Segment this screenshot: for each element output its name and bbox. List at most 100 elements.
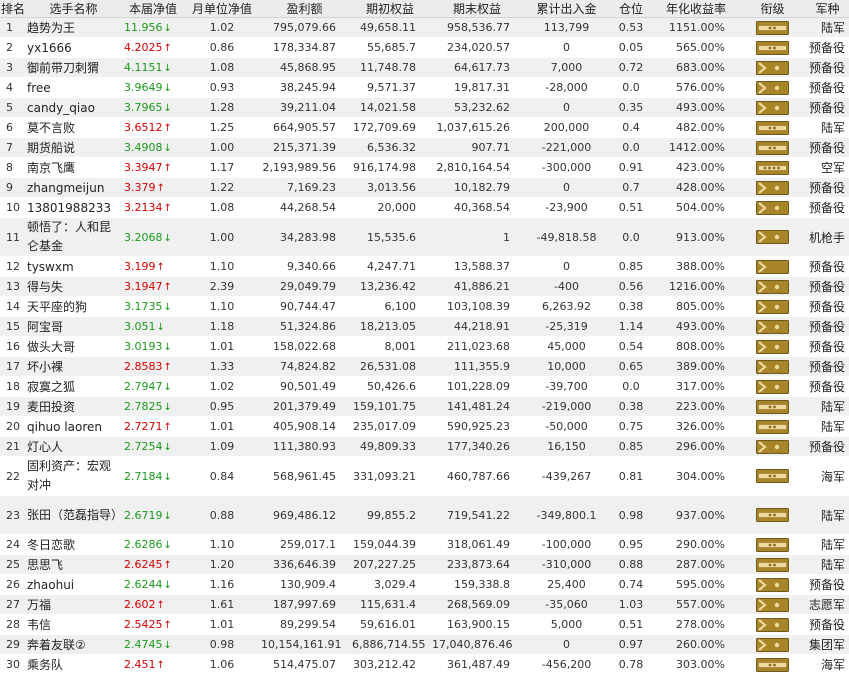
player-name-link[interactable]: 寂寞之狐 (26, 376, 121, 397)
player-name-link[interactable]: 期货船说 (26, 137, 121, 158)
cash-flow-cell: 7,000 (524, 57, 609, 78)
table-row[interactable]: 21 灯心人 2.7254↓ 1.09 111,380.93 49,809.33 177,3… (0, 436, 849, 457)
table-row[interactable]: 18 寂寞之狐 2.7947↓ 1.02 90,501.49 50,426.6 101,22… (0, 376, 849, 397)
player-name-link[interactable]: candy_qiao (26, 97, 121, 118)
rank-cell: 24 (0, 534, 26, 555)
player-name-link[interactable]: 思思飞 (26, 554, 121, 575)
table-row[interactable]: 2 yx1666 4.2025↑ 0.86 178,334.87 55,685.7 234,… (0, 37, 849, 58)
player-name-link[interactable]: 张田（范磊指导） (26, 495, 121, 535)
table-row[interactable]: 5 candy_qiao 3.7965↓ 1.28 39,211.04 14,021.58… (0, 97, 849, 118)
header-profit[interactable]: 盈利额 (259, 0, 350, 18)
player-name-link[interactable]: 阿宝哥 (26, 316, 121, 337)
player-name-link[interactable]: 顿悟了：人和昆仑基金 (26, 217, 121, 257)
nav-cell: 11.956↓ (121, 17, 185, 38)
initial-equity-cell: 15,535.6 (350, 217, 430, 257)
nav-cell: 2.7825↓ (121, 396, 185, 417)
arrow-up-icon: ↑ (163, 560, 172, 571)
player-name-link[interactable]: 韦信 (26, 614, 121, 635)
rank-cell: 9 (0, 177, 26, 198)
table-row[interactable]: 16 做头大哥 3.0193↓ 1.01 158,022.68 8,001 211,023.… (0, 336, 849, 357)
header-arm[interactable]: 军种 (806, 0, 849, 18)
initial-equity-cell: 6,100 (350, 296, 430, 317)
cash-flow-cell: -28,000 (524, 77, 609, 98)
table-row[interactable]: 1 趋势为王 11.956↓ 1.02 795,079.66 49,658.11 958,5… (0, 17, 849, 38)
table-row[interactable]: 11 顿悟了：人和昆仑基金 3.2068↓ 1.00 34,283.98 15,535.6… (0, 217, 849, 257)
table-row[interactable]: 30 乘务队 2.451↑ 1.06 514,475.07 303,212.42 361,4… (0, 654, 849, 675)
header-rank[interactable]: 排名 (0, 0, 26, 18)
player-name-link[interactable]: 做头大哥 (26, 336, 121, 357)
player-name-link[interactable]: yx1666 (26, 37, 121, 58)
arrow-down-icon: ↓ (163, 540, 172, 551)
player-name-link[interactable]: 趋势为王 (26, 17, 121, 38)
arm-cell: 预备役 (806, 57, 849, 78)
rank-cell: 5 (0, 97, 26, 118)
header-nav[interactable]: 本届净值 (121, 0, 185, 18)
player-name-link[interactable]: tyswxm (26, 256, 121, 277)
table-row[interactable]: 26 zhaohui 2.6244↓ 1.16 130,909.4 3,029.4 159,… (0, 574, 849, 595)
initial-equity-cell: 3,029.4 (350, 574, 430, 595)
player-name-link[interactable]: 得与失 (26, 276, 121, 297)
arm-cell: 陆军 (806, 534, 849, 555)
table-row[interactable]: 19 麦田投资 2.7825↓ 0.95 201,379.49 159,101.75 141… (0, 396, 849, 417)
player-name-link[interactable]: 万福 (26, 594, 121, 615)
player-name-link[interactable]: qihuo laoren (26, 416, 121, 437)
position-cell: 0.51 (609, 614, 653, 635)
table-row[interactable]: 29 奔着友联② 2.4745↓ 0.98 10,154,161.91 6,886,714… (0, 634, 849, 655)
table-row[interactable]: 23 张田（范磊指导） 2.6719↓ 0.88 969,486.12 99,855.2 7… (0, 495, 849, 535)
table-row[interactable]: 9 zhangmeijun 3.379↑ 1.22 7,169.23 3,013.56 10… (0, 177, 849, 198)
player-name-link[interactable]: free (26, 77, 121, 98)
table-row[interactable]: 10 13801988233 3.2134↑ 1.08 44,268.54 20,000 4… (0, 197, 849, 218)
player-name-link[interactable]: 南京飞鹰 (26, 157, 121, 178)
arrow-down-icon: ↓ (163, 63, 172, 74)
annual-return-cell: 683.00% (653, 57, 739, 78)
player-name-link[interactable]: 13801988233 (26, 197, 121, 218)
nav-cell: 2.4745↓ (121, 634, 185, 655)
table-row[interactable]: 22 固利资产：宏观对冲 2.7184↓ 0.84 568,961.45 331,093.… (0, 456, 849, 496)
table-row[interactable]: 14 天平座的狗 3.1735↓ 1.10 90,744.47 6,100 103,108.… (0, 296, 849, 317)
header-final-equity[interactable]: 期末权益 (430, 0, 524, 18)
player-name-link[interactable]: 冬日恋歌 (26, 534, 121, 555)
player-name-link[interactable]: 灯心人 (26, 436, 121, 457)
table-row[interactable]: 13 得与失 3.1947↑ 2.39 29,049.79 13,236.42 41,886… (0, 276, 849, 297)
player-name-link[interactable]: zhaohui (26, 574, 121, 595)
player-name-link[interactable]: zhangmeijun (26, 177, 121, 198)
table-row[interactable]: 20 qihuo laoren 2.7271↑ 1.01 405,908.14 235,0… (0, 416, 849, 437)
header-annual-return[interactable]: 年化收益率 (653, 0, 739, 18)
nav-value: 3.051 (124, 320, 156, 333)
table-row[interactable]: 12 tyswxm 3.199↑ 1.10 9,340.66 4,247.71 13,588… (0, 256, 849, 277)
position-cell: 0.0 (609, 77, 653, 98)
header-player-name[interactable]: 选手名称 (26, 0, 121, 18)
player-name-link[interactable]: 莫不言败 (26, 117, 121, 138)
header-rank-badge[interactable]: 衔级 (739, 0, 806, 18)
player-name-link[interactable]: 麦田投资 (26, 396, 121, 417)
table-row[interactable]: 17 坏小裸 2.8583↑ 1.33 74,824.82 26,531.08 111,35… (0, 356, 849, 377)
table-row[interactable]: 25 思思飞 2.6245↑ 1.20 336,646.39 207,227.25 233,… (0, 554, 849, 575)
header-cash-flow[interactable]: 累计出入金 (524, 0, 609, 18)
player-name-link[interactable]: 奔着友联② (26, 634, 121, 655)
table-row[interactable]: 8 南京飞鹰 3.3947↑ 1.17 2,193,989.56 916,174.98 2,… (0, 157, 849, 178)
initial-equity-cell: 207,227.25 (350, 554, 430, 575)
player-name-link[interactable]: 乘务队 (26, 654, 121, 675)
table-row[interactable]: 24 冬日恋歌 2.6286↓ 1.10 259,017.1 159,044.39 318,… (0, 534, 849, 555)
player-name-link[interactable]: 天平座的狗 (26, 296, 121, 317)
table-row[interactable]: 3 御前带刀刺猬 4.1151↓ 1.08 45,868.95 11,748.78 64,6… (0, 57, 849, 78)
table-row[interactable]: 6 莫不言败 3.6512↑ 1.25 664,905.57 172,709.69 1,03… (0, 117, 849, 138)
table-row[interactable]: 4 free 3.9649↓ 0.93 38,245.94 9,571.37 19,817.… (0, 77, 849, 98)
table-row[interactable]: 7 期货船说 3.4908↓ 1.00 215,371.39 6,536.32 907.71… (0, 137, 849, 158)
player-name-link[interactable]: 坏小裸 (26, 356, 121, 377)
header-position[interactable]: 仓位 (609, 0, 653, 18)
rank-badge-icon (756, 319, 789, 334)
header-monthly-nav[interactable]: 月单位净值 (185, 0, 259, 18)
player-name-link[interactable]: 御前带刀刺猬 (26, 57, 121, 78)
table-row[interactable]: 15 阿宝哥 3.051↓ 1.18 51,324.86 18,213.05 44,218.… (0, 316, 849, 337)
nav-value: 2.6286 (124, 538, 163, 551)
table-row[interactable]: 27 万福 2.602↑ 1.61 187,997.69 115,631.4 268,569… (0, 594, 849, 615)
position-cell: 0.0 (609, 376, 653, 397)
nav-value: 3.2134 (124, 201, 163, 214)
rank-badge-cell (739, 157, 806, 178)
header-initial-equity[interactable]: 期初权益 (350, 0, 430, 18)
player-name-link[interactable]: 固利资产：宏观对冲 (26, 456, 121, 496)
initial-equity-cell: 303,212.42 (350, 654, 430, 675)
rank-badge-cell (739, 256, 806, 277)
table-row[interactable]: 28 韦信 2.5425↑ 1.01 89,299.54 59,616.01 163,900… (0, 614, 849, 635)
